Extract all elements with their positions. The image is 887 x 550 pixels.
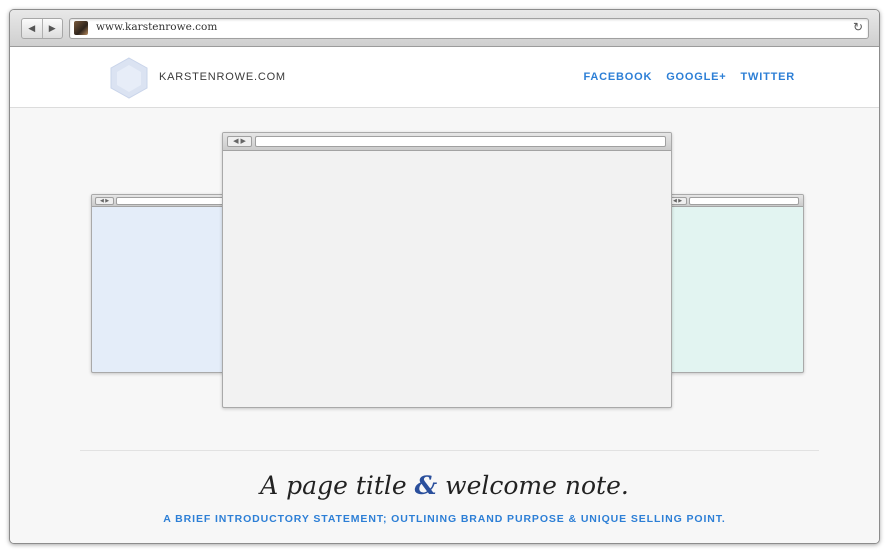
forward-button[interactable]: ▶ <box>41 19 63 38</box>
google-plus-link[interactable]: GOOGLE+ <box>666 71 726 83</box>
browser-toolbar: ◀ ▶ www.karstenrowe.com ↻ <box>10 10 879 47</box>
facebook-link[interactable]: FACEBOOK <box>583 71 652 83</box>
browser-window: ◀ ▶ www.karstenrowe.com ↻ KARSTENROWE.CO… <box>9 9 880 544</box>
back-arrow-icon: ◀ <box>28 23 36 33</box>
title-ampersand: & <box>414 471 438 500</box>
logo-hexagon-icon[interactable] <box>108 57 150 99</box>
browser-mockup-left: ◀ ▶ <box>91 194 230 373</box>
title-text-2: welcome note. <box>437 471 629 500</box>
browser-mockup-center: ◀ ▶ <box>222 132 672 408</box>
browser-mockup-right: ◀ ▶ <box>664 194 804 373</box>
favicon-icon <box>74 21 88 35</box>
social-nav: FACEBOOK GOOGLE+ TWITTER <box>583 71 795 83</box>
site-header: KARSTENROWE.COM FACEBOOK GOOGLE+ TWITTER <box>10 47 879 108</box>
address-bar[interactable]: www.karstenrowe.com ↻ <box>69 18 869 39</box>
twitter-link[interactable]: TWITTER <box>741 71 795 83</box>
section-divider <box>80 450 819 451</box>
hero-section: ◀ ▶ ◀ ▶ ◀ ▶ A page title & welcome note.… <box>10 108 879 543</box>
brand-name[interactable]: KARSTENROWE.COM <box>159 71 286 83</box>
page-title: A page title & welcome note. <box>10 471 879 500</box>
title-text-1: A page title <box>260 471 415 500</box>
url-text: www.karstenrowe.com <box>96 21 218 33</box>
mockup-nav-icon: ◀ ▶ <box>227 136 252 147</box>
intro-statement: A BRIEF INTRODUCTORY STATEMENT; OUTLININ… <box>163 513 726 525</box>
reload-icon[interactable]: ↻ <box>853 20 863 34</box>
forward-arrow-icon: ▶ <box>48 23 56 33</box>
nav-buttons: ◀ ▶ <box>21 18 63 39</box>
mockup-nav-icon: ◀ ▶ <box>95 197 114 205</box>
back-button[interactable]: ◀ <box>22 19 42 38</box>
